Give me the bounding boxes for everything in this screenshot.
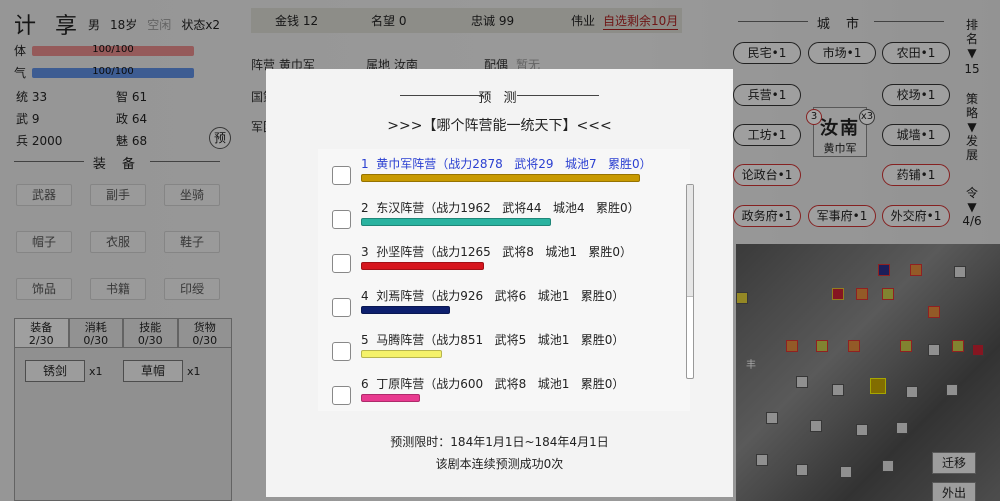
faction-checkbox[interactable] [332, 386, 351, 405]
faction-row[interactable]: 2 东汉阵营（战力1962 武将44 城池4 累胜0） [318, 193, 658, 241]
faction-checkbox[interactable] [332, 298, 351, 317]
dialog-title: 预 测 [266, 87, 733, 106]
dialog-question: >>>【哪个阵营能一统天下】<<< [387, 118, 612, 134]
faction-list: 1 黄巾军阵营（战力2878 武将29 城池7 累胜0） 2 东汉阵营（战力19… [318, 149, 690, 411]
faction-power-bar [361, 306, 450, 314]
faction-row[interactable]: 1 黄巾军阵营（战力2878 武将29 城池7 累胜0） [318, 149, 658, 197]
faction-power-bar [361, 218, 551, 226]
prediction-dialog: 预 测 >>>【哪个阵营能一统天下】<<< 1 黄巾军阵营（战力2878 武将2… [266, 69, 733, 497]
faction-row[interactable]: 5 马腾阵营（战力851 武将5 城池1 累胜0） [318, 325, 658, 373]
faction-checkbox[interactable] [332, 166, 351, 185]
faction-label: 5 马腾阵营（战力851 武将5 城池1 累胜0） [361, 333, 625, 347]
faction-list-scrollbar[interactable] [686, 184, 694, 379]
faction-row[interactable]: 3 孙坚阵营（战力1265 武将8 城池1 累胜0） [318, 237, 658, 285]
faction-power-bar [361, 350, 442, 358]
faction-checkbox[interactable] [332, 342, 351, 361]
faction-label: 3 孙坚阵营（战力1265 武将8 城池1 累胜0） [361, 245, 633, 259]
faction-row[interactable]: 6 丁原阵营（战力600 武将8 城池1 累胜0） [318, 369, 658, 417]
faction-power-bar [361, 394, 420, 402]
faction-label: 2 东汉阵营（战力1962 武将44 城池4 累胜0） [361, 201, 640, 215]
faction-checkbox[interactable] [332, 254, 351, 273]
prediction-deadline: 预测限时：184年1月1日~184年4月1日 [390, 435, 609, 449]
faction-label: 6 丁原阵营（战力600 武将8 城池1 累胜0） [361, 377, 625, 391]
prediction-streak: 该剧本连续预测成功0次 [435, 457, 564, 471]
faction-row[interactable]: 4 刘焉阵营（战力926 武将6 城池1 累胜0） [318, 281, 658, 329]
faction-label: 1 黄巾军阵营（战力2878 武将29 城池7 累胜0） [361, 157, 652, 171]
faction-power-bar [361, 174, 640, 182]
faction-checkbox[interactable] [332, 210, 351, 229]
faction-label: 4 刘焉阵营（战力926 武将6 城池1 累胜0） [361, 289, 625, 303]
scrollbar-thumb[interactable] [687, 185, 693, 297]
faction-power-bar [361, 262, 484, 270]
